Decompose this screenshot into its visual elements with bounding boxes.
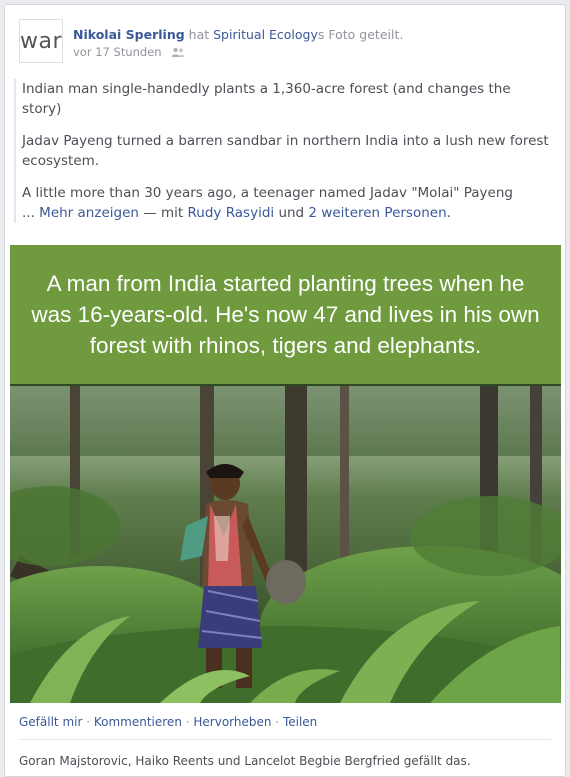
ellipsis: ... <box>22 205 40 221</box>
avatar[interactable]: war <box>19 19 63 63</box>
tail-text: . <box>446 205 451 221</box>
like-link[interactable]: Gefällt mir <box>19 715 82 729</box>
highlight-link[interactable]: Hervorheben <box>193 715 271 729</box>
shared-photo[interactable]: A man from India started planting trees … <box>10 245 561 703</box>
divider <box>19 739 551 740</box>
avatar-text: war <box>19 28 63 54</box>
shared-tail: s Foto geteilt. <box>317 27 404 42</box>
post-paragraph: Jadav Payeng turned a barren sandbar in … <box>22 133 549 169</box>
post-meta: vor 17 Stunden <box>73 45 185 60</box>
and-text: und <box>274 205 309 221</box>
post-text: Indian man single-handedly plants a 1,36… <box>14 79 554 223</box>
author-link[interactable]: Nikolai Sperling <box>73 27 185 42</box>
friends-icon[interactable] <box>171 46 185 60</box>
page-link[interactable]: Spiritual Ecology <box>213 27 318 42</box>
post-actions: Gefällt mir · Kommentieren · Hervorheben… <box>19 715 317 729</box>
action-separator: · <box>82 715 94 729</box>
post-card: war Nikolai Sperling hat Spiritual Ecolo… <box>4 4 566 777</box>
post-paragraph: A little more than 30 years ago, a teena… <box>22 185 513 201</box>
timestamp-link[interactable]: vor 17 Stunden <box>73 45 162 59</box>
share-link[interactable]: Teilen <box>283 715 317 729</box>
comment-link[interactable]: Kommentieren <box>94 715 182 729</box>
likes-summary[interactable]: Goran Majstorovic, Haiko Reents und Lanc… <box>19 754 471 768</box>
action-separator: · <box>181 715 194 729</box>
action-separator: · <box>271 715 283 729</box>
tagged-person-link[interactable]: Rudy Rasyidi <box>188 205 275 221</box>
forest-photo <box>10 386 561 703</box>
post-more-line: ... Mehr anzeigen — mit Rudy Rasyidi und… <box>22 203 554 223</box>
photo-caption-banner: A man from India started planting trees … <box>10 245 561 384</box>
post-paragraph: Indian man single-handedly plants a 1,36… <box>22 81 511 117</box>
tagged-others-link[interactable]: 2 weiteren Personen <box>308 205 446 221</box>
see-more-link[interactable]: Mehr anzeigen <box>39 205 139 221</box>
post-header-title: Nikolai Sperling hat Spiritual Ecologys … <box>73 27 403 42</box>
shared-verb: hat <box>184 27 214 42</box>
with-text: — mit <box>138 205 188 221</box>
photo-caption-text: A man from India started planting trees … <box>31 271 540 358</box>
post-header: war Nikolai Sperling hat Spiritual Ecolo… <box>19 19 549 69</box>
